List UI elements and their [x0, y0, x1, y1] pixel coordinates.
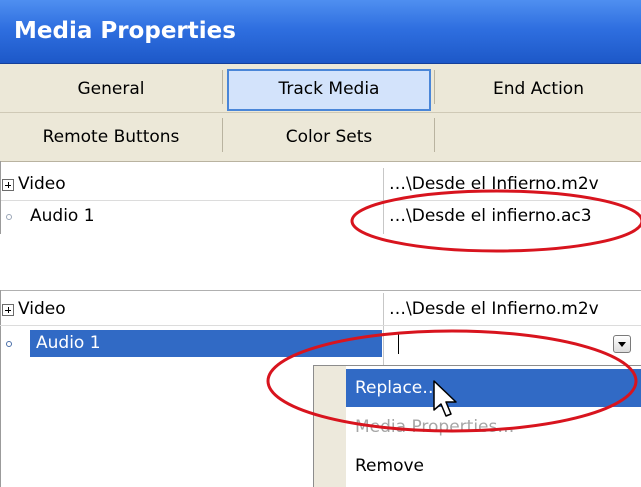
- grid-top-border: [0, 161, 641, 162]
- expand-plus-icon[interactable]: [2, 304, 14, 316]
- bullet-icon: [6, 341, 12, 347]
- tab-strip: General Track Media End Action Remote Bu…: [0, 64, 641, 161]
- tab-end-action[interactable]: End Action: [436, 69, 641, 111]
- tab-divider: [434, 70, 435, 104]
- tab-remote-buttons[interactable]: Remote Buttons: [3, 117, 219, 159]
- tab-divider: [434, 118, 435, 152]
- expand-plus-icon[interactable]: [2, 179, 14, 191]
- property-row-audio[interactable]: Audio 1 …\Desde el infierno.ac3: [0, 200, 641, 233]
- tab-divider: [222, 118, 223, 152]
- row-divider: [0, 325, 641, 326]
- menu-icon-gutter: [314, 366, 346, 487]
- property-row-video[interactable]: Video …\Desde el Infierno.m2v: [0, 168, 641, 201]
- tab-divider: [222, 70, 223, 104]
- tab-track-media[interactable]: Track Media: [227, 69, 431, 111]
- panel-left-border: [0, 161, 1, 234]
- text-cursor: [398, 334, 399, 354]
- property-row-audio-selected[interactable]: Audio 1: [0, 327, 641, 360]
- column-divider: [383, 168, 384, 234]
- property-value: …\Desde el Infierno.m2v: [389, 174, 599, 194]
- property-value: …\Desde el infierno.ac3: [389, 206, 592, 226]
- grid-top-border: [0, 290, 641, 291]
- bullet-icon: [6, 214, 12, 220]
- mouse-pointer-icon: [433, 380, 457, 417]
- window-title: Media Properties: [14, 18, 236, 44]
- tab-color-sets[interactable]: Color Sets: [227, 117, 431, 159]
- tab-row-divider: [0, 112, 641, 113]
- property-name: Audio 1: [30, 206, 95, 226]
- property-name: Video: [18, 174, 66, 194]
- property-value: …\Desde el Infierno.m2v: [389, 299, 599, 319]
- context-menu: Replace… Media Properties… Remove: [313, 365, 641, 487]
- property-name: Video: [18, 299, 66, 319]
- property-row-video[interactable]: Video …\Desde el Infierno.m2v: [0, 293, 641, 326]
- tab-general[interactable]: General: [3, 69, 219, 111]
- menu-item-replace[interactable]: Replace…: [346, 369, 641, 407]
- dropdown-button[interactable]: [613, 335, 631, 353]
- property-name: Audio 1: [36, 333, 101, 353]
- menu-item-media-properties[interactable]: Media Properties…: [346, 408, 641, 446]
- menu-item-remove[interactable]: Remove: [346, 447, 641, 485]
